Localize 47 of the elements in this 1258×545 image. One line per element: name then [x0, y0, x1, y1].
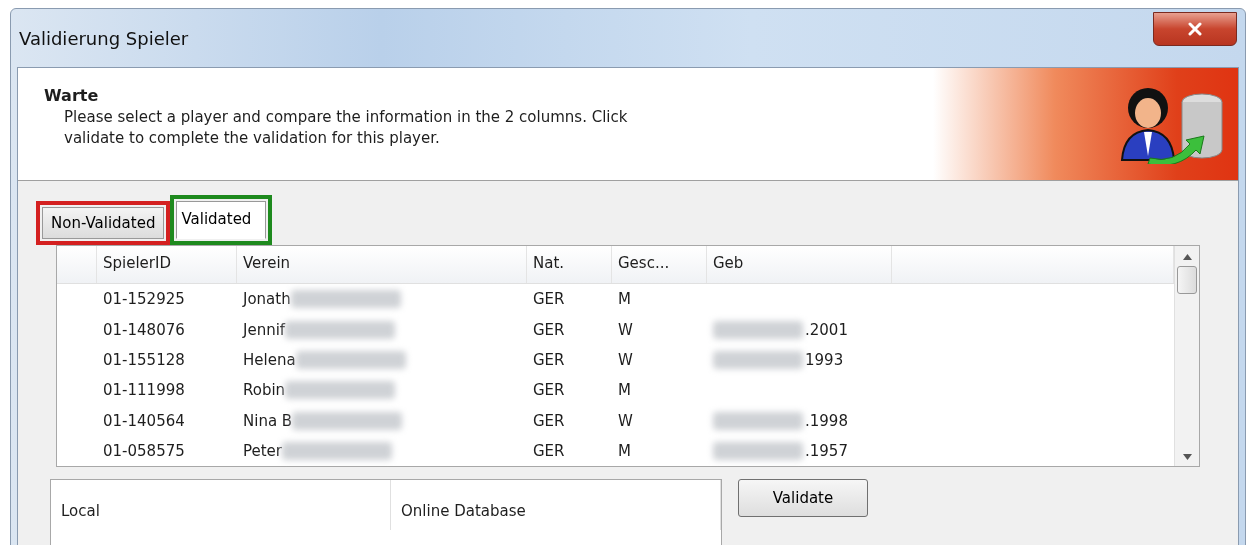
table-cell-text: M: [617, 290, 632, 309]
table-cell-text: 01-140564: [102, 411, 186, 430]
column-header[interactable]: Verein: [237, 246, 527, 284]
table-cell-text: W: [617, 320, 634, 339]
table-cell-text: W: [617, 411, 634, 430]
window-title: Validierung Spieler: [19, 27, 189, 49]
scroll-down-icon[interactable]: [1182, 454, 1192, 460]
table-cell: Helena: [243, 350, 296, 369]
table-cell-text: 01-058575: [102, 441, 186, 460]
table-cell-text: GER: [532, 290, 566, 309]
table-cell: 1993: [805, 350, 844, 369]
header-title: Warte: [44, 86, 100, 105]
table-cell: .1957: [805, 441, 848, 460]
column-header[interactable]: Geb: [707, 246, 892, 284]
table-cell-text: 01-148076: [102, 320, 186, 339]
table-cell: Nina B: [243, 411, 293, 430]
table-cell-text: 01-155128: [102, 350, 186, 369]
table-cell-text: GER: [532, 381, 566, 400]
scroll-up-icon[interactable]: [1182, 254, 1192, 260]
table-cell: Jonath: [243, 290, 291, 309]
close-icon: [1187, 22, 1203, 36]
table-cell: Jennif: [243, 320, 286, 339]
table-cell-text: M: [617, 381, 632, 400]
column-header[interactable]: Nat.: [527, 246, 612, 284]
table-cell-text: GER: [532, 320, 566, 339]
table-cell-text: GER: [532, 350, 566, 369]
table-cell-text: GER: [532, 441, 566, 460]
scroll-thumb[interactable]: [1177, 266, 1197, 294]
column-header: Local: [51, 480, 391, 530]
close-button[interactable]: [1153, 12, 1237, 46]
table-cell: .1998: [805, 411, 848, 430]
table-cell-text: W: [617, 350, 634, 369]
table-cell-text: GER: [532, 411, 566, 430]
table-cell-text: M: [617, 441, 632, 460]
column-header[interactable]: SpielerID: [97, 246, 237, 284]
table-cell-text: 01-111998: [102, 381, 186, 400]
table-cell-text: 01-152925: [102, 290, 186, 309]
column-header: Online Database: [391, 480, 721, 530]
scrollbar[interactable]: [1174, 246, 1199, 466]
table-cell: .2001: [805, 320, 848, 339]
table-cell: Peter: [243, 441, 283, 460]
tab[interactable]: Non-Validated: [42, 207, 165, 239]
column-header[interactable]: Gesc...: [612, 246, 707, 284]
tab[interactable]: Validated: [176, 201, 267, 239]
header-description: Please select a player and compare the information in the 2 columns. Click validate to complete the validation for this player.: [64, 107, 629, 149]
validate-button[interactable]: Validate: [738, 479, 868, 517]
table-cell: Robin: [243, 381, 286, 400]
